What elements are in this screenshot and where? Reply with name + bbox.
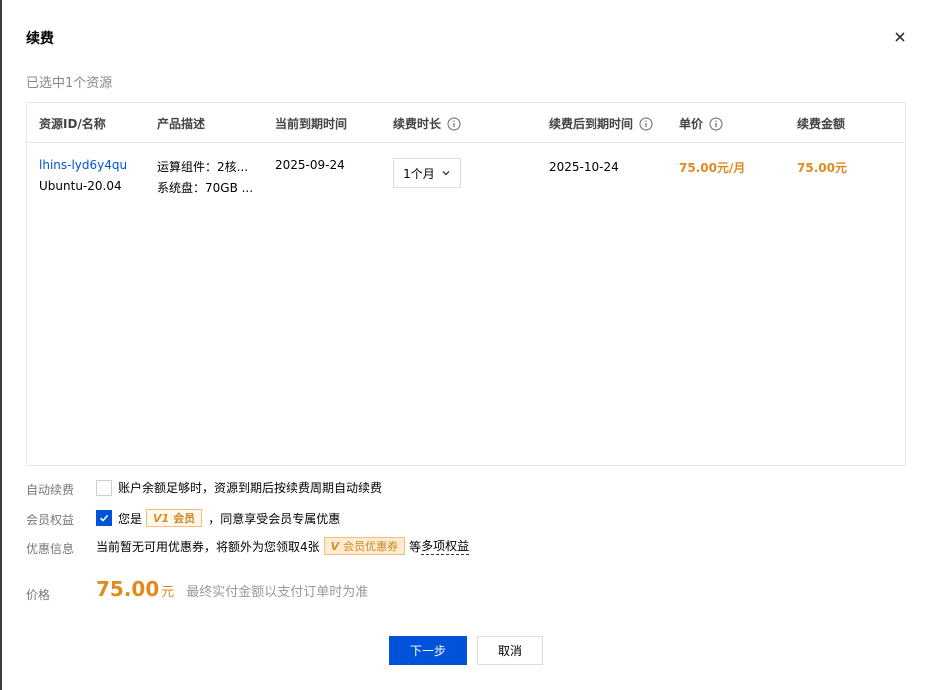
current-expire: 2025-09-24 (275, 158, 345, 172)
price-display: 75.00 元 最终实付金额以支付订单时为准 (96, 577, 368, 601)
header-expire: 当前到期时间 (275, 117, 348, 131)
header-duration: 续费时长 (393, 115, 461, 132)
price-amount: 75.00 (96, 577, 160, 601)
desc-line-compute: 运算组件：2核... (157, 160, 249, 174)
discount-label: 优惠信息 (26, 542, 75, 556)
renew-dialog: 续费 已选中1个资源 资源ID/名称 产品描述 当前到期时间 续费时长 续费后到… (2, 0, 930, 690)
duration-value: 1个月 (403, 166, 435, 181)
member-suffix: ，同意享受会员专属优惠 (208, 511, 341, 526)
table-header: 资源ID/名称 产品描述 当前到期时间 续费时长 续费后到期时间 单价 续费金额 (27, 103, 905, 143)
check-icon (99, 514, 109, 522)
auto-renew-field: 账户余额足够时，资源到期后按续费周期自动续费 (96, 479, 382, 496)
member-label: 会员权益 (26, 513, 75, 527)
dialog-title: 续费 (26, 31, 54, 47)
price-note: 最终实付金额以支付订单时为准 (186, 585, 369, 600)
cancel-button[interactable]: 取消 (477, 636, 543, 665)
header-unit-price: 单价 (679, 115, 723, 132)
member-checkbox[interactable] (96, 510, 112, 526)
resource-table: 资源ID/名称 产品描述 当前到期时间 续费时长 续费后到期时间 单价 续费金额… (26, 102, 906, 466)
info-circle-icon[interactable] (447, 117, 461, 131)
table-row: lhins-lyd6y4qu Ubuntu-20.04 运算组件：2核... 系… (27, 144, 905, 204)
info-circle-icon[interactable] (639, 117, 653, 131)
header-id-name: 资源ID/名称 (39, 117, 106, 131)
auto-renew-text: 账户余额足够时，资源到期后按续费周期自动续费 (118, 481, 383, 495)
coupon-badge-text: 会员优惠券 (343, 540, 399, 553)
header-desc: 产品描述 (157, 117, 206, 131)
info-circle-icon[interactable] (709, 117, 723, 131)
more-benefits-link[interactable]: 多项权益 (421, 537, 470, 555)
auto-renew-checkbox[interactable] (96, 479, 112, 496)
coupon-badge: V 会员优惠券 (323, 537, 406, 555)
vip-badge-text: 会员 (173, 512, 196, 525)
duration-select[interactable]: 1个月 (393, 158, 461, 188)
unit-price: 75.00元/月 (679, 161, 746, 175)
resource-name: Ubuntu-20.04 (39, 179, 122, 193)
chevron-down-icon (441, 168, 451, 178)
coupon-v: V (330, 539, 340, 553)
next-button[interactable]: 下一步 (389, 636, 467, 665)
vip-badge: V1 会员 (146, 509, 203, 527)
member-prefix: 您是 (118, 511, 143, 526)
desc-line-disk: 系统盘：70GB ... (157, 181, 254, 195)
price-unit: 元 (161, 585, 175, 600)
header-new-expire-label: 续费后到期时间 (549, 117, 634, 131)
auto-renew-label: 自动续费 (26, 483, 75, 497)
resource-id-link[interactable]: lhins-lyd6y4qu (39, 158, 127, 172)
header-unit-price-label: 单价 (679, 117, 704, 131)
header-new-expire: 续费后到期时间 (549, 115, 653, 132)
header-duration-label: 续费时长 (393, 117, 442, 131)
selected-count: 已选中1个资源 (26, 76, 113, 91)
vip-level: V1 (153, 511, 170, 525)
discount-field: 当前暂无可用优惠券，将额外为您领取4张 V 会员优惠券 等 多项权益 (96, 537, 470, 555)
renew-amount: 75.00元 (797, 161, 847, 175)
discount-suffix: 等 (409, 539, 422, 554)
header-amount: 续费金额 (797, 117, 846, 131)
new-expire: 2025-10-24 (549, 160, 619, 174)
member-field: 您是 V1 会员 ，同意享受会员专属优惠 (96, 509, 340, 527)
price-label: 价格 (26, 588, 51, 602)
discount-text: 当前暂无可用优惠券，将额外为您领取4张 (96, 539, 320, 554)
close-icon[interactable] (890, 27, 910, 47)
